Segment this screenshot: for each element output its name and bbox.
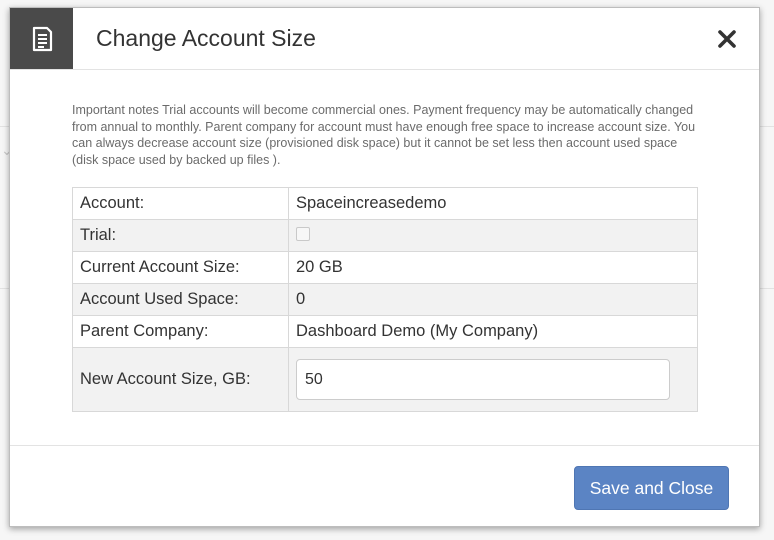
parent-company-label: Parent Company: <box>72 315 289 348</box>
footer-divider <box>10 445 759 446</box>
table-row: Trial: <box>72 219 698 252</box>
account-label: Account: <box>72 187 289 220</box>
parent-company-value: Dashboard Demo (My Company) <box>288 315 698 348</box>
save-and-close-button[interactable]: Save and Close <box>574 466 729 510</box>
used-space-value: 0 <box>288 283 698 316</box>
used-space-label: Account Used Space: <box>72 283 289 316</box>
table-row: Parent Company: Dashboard Demo (My Compa… <box>72 315 698 348</box>
important-notes: Important notes Trial accounts will beco… <box>72 103 696 167</box>
account-details-table: Account: Spaceincreasedemo Trial: Curren… <box>72 187 698 412</box>
dialog-header: Change Account Size <box>10 8 759 70</box>
dialog-title: Change Account Size <box>96 25 316 51</box>
current-size-value: 20 GB <box>288 251 698 284</box>
new-size-label: New Account Size, GB: <box>72 347 289 412</box>
change-account-size-dialog: Change Account Size Important notes Tria… <box>9 7 760 527</box>
table-row: Account: Spaceincreasedemo <box>72 187 698 220</box>
close-icon[interactable] <box>712 24 742 54</box>
table-row: New Account Size, GB: <box>72 347 698 412</box>
account-value: Spaceincreasedemo <box>288 187 698 220</box>
trial-checkbox <box>296 226 310 241</box>
current-size-label: Current Account Size: <box>72 251 289 284</box>
new-size-cell <box>288 347 698 412</box>
table-row: Current Account Size: 20 GB <box>72 251 698 284</box>
trial-cell <box>288 219 698 252</box>
document-icon <box>10 8 73 69</box>
new-account-size-input[interactable] <box>296 359 670 400</box>
table-row: Account Used Space: 0 <box>72 283 698 316</box>
trial-label: Trial: <box>72 219 289 252</box>
